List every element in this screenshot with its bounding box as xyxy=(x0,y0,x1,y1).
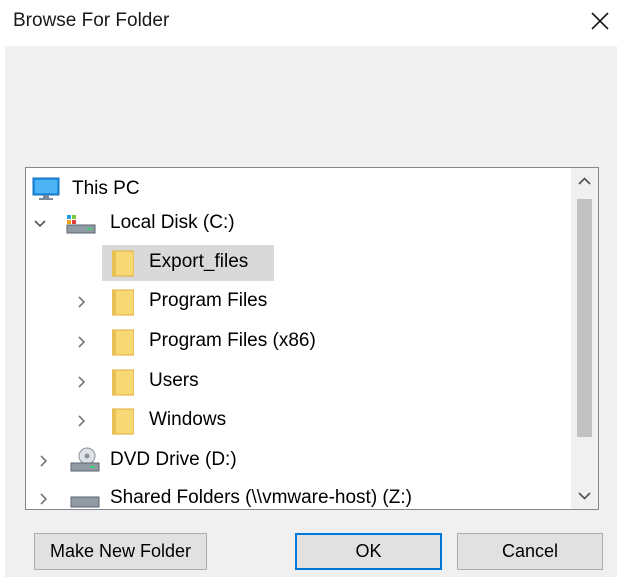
window-title: Browse For Folder xyxy=(13,10,170,31)
make-new-folder-button[interactable]: Make New Folder xyxy=(34,533,207,570)
tree-item-label: Export_files xyxy=(149,251,249,272)
chevron-right-icon[interactable] xyxy=(75,295,89,309)
tree-item-label: Program Files (x86) xyxy=(149,330,316,351)
network-drive-icon xyxy=(70,496,100,508)
chevron-down-icon xyxy=(578,492,591,500)
folder-icon xyxy=(112,408,134,435)
chevron-right-icon[interactable] xyxy=(75,335,89,349)
folder-icon xyxy=(112,250,134,277)
tree-item-this-pc[interactable]: This PC xyxy=(26,172,573,208)
tree-item-label: Windows xyxy=(149,409,227,430)
scroll-down-button[interactable] xyxy=(571,482,598,509)
drive-icon xyxy=(66,215,96,234)
chevron-down-icon[interactable] xyxy=(33,217,47,231)
cancel-button[interactable]: Cancel xyxy=(457,533,603,570)
tree-item-export-files[interactable]: Export_files xyxy=(26,245,573,281)
close-button[interactable] xyxy=(582,6,616,38)
folder-icon xyxy=(112,329,134,356)
tree-item-windows[interactable]: Windows xyxy=(26,403,573,439)
chevron-right-icon[interactable] xyxy=(75,375,89,389)
tree-item-dvd-drive-d[interactable]: DVD Drive (D:) xyxy=(26,443,573,479)
scroll-thumb[interactable] xyxy=(577,199,592,437)
folder-icon xyxy=(112,289,134,316)
computer-icon xyxy=(32,177,60,200)
tree-item-local-disk-c[interactable]: Local Disk (C:) xyxy=(26,206,573,242)
tree-item-shared-folders-z[interactable]: Shared Folders (\\vmware-host) (Z:) xyxy=(26,481,573,509)
dvd-drive-icon xyxy=(70,447,100,472)
chevron-up-icon xyxy=(578,177,591,185)
folder-tree[interactable]: This PC Local Disk (C:) Export_files Pro… xyxy=(25,167,599,510)
title-bar: Browse For Folder xyxy=(0,0,622,46)
tree-item-label: Local Disk (C:) xyxy=(110,212,235,233)
tree-item-label: Program Files xyxy=(149,290,268,311)
vertical-scrollbar[interactable] xyxy=(571,168,598,509)
tree-item-label: DVD Drive (D:) xyxy=(110,449,237,470)
chevron-right-icon[interactable] xyxy=(37,454,51,468)
scroll-up-button[interactable] xyxy=(571,168,598,195)
tree-item-users[interactable]: Users xyxy=(26,364,573,400)
tree-item-program-files-x86[interactable]: Program Files (x86) xyxy=(26,324,573,360)
tree-item-label: Shared Folders (\\vmware-host) (Z:) xyxy=(110,487,412,508)
close-icon xyxy=(591,12,609,30)
tree-item-label: This PC xyxy=(72,178,140,199)
chevron-right-icon[interactable] xyxy=(75,414,89,428)
chevron-right-icon[interactable] xyxy=(37,492,51,506)
tree-item-program-files[interactable]: Program Files xyxy=(26,284,573,320)
folder-icon xyxy=(112,369,134,396)
tree-item-label: Users xyxy=(149,370,199,391)
ok-button[interactable]: OK xyxy=(295,533,442,570)
